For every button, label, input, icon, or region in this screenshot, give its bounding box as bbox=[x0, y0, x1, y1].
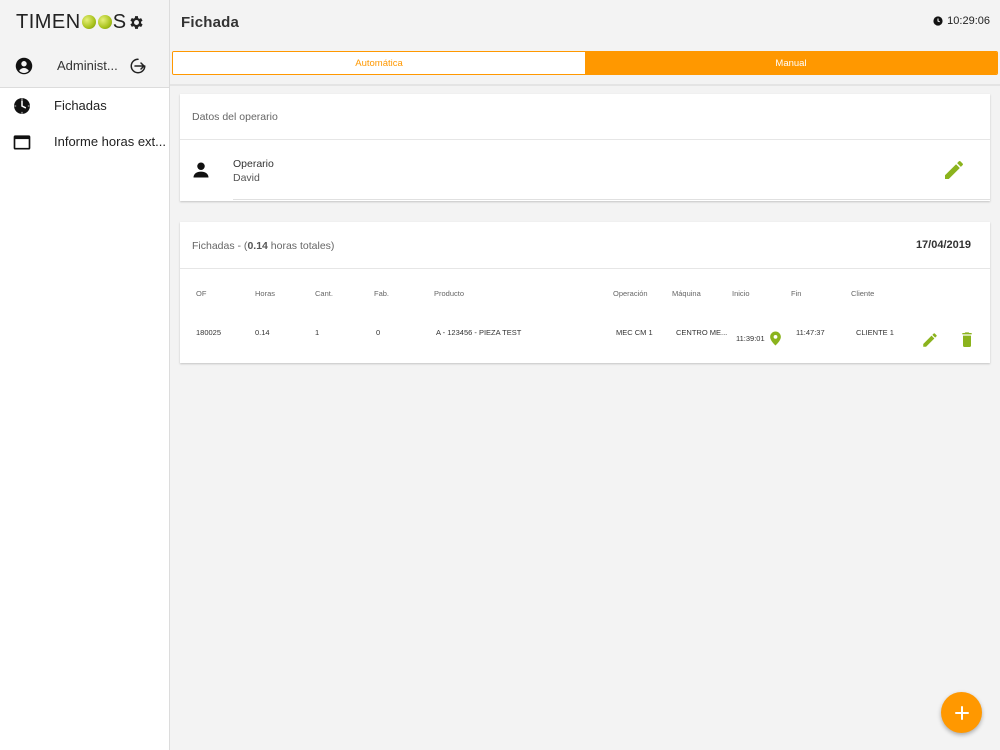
fichadas-date: 17/04/2019 bbox=[915, 239, 971, 251]
logout-icon[interactable] bbox=[129, 57, 147, 75]
location-pin-icon[interactable] bbox=[769, 331, 782, 346]
fichadas-card: Fichadas - (0.14 horas totales) 17/04/20… bbox=[180, 222, 990, 363]
cell-fab: 0 bbox=[376, 328, 381, 337]
app-logo: TIMEN S bbox=[16, 10, 127, 33]
gear-icon[interactable] bbox=[128, 14, 145, 31]
sidebar-item-fichadas[interactable]: Fichadas bbox=[0, 88, 169, 124]
card-title: Fichadas - (0.14 horas totales) bbox=[192, 240, 335, 252]
current-time: 10:29:06 bbox=[947, 15, 990, 27]
delete-row-icon[interactable] bbox=[959, 330, 975, 348]
column-header-inicio: Inicio bbox=[732, 289, 750, 298]
sidebar-item-informe-horas[interactable]: Informe horas ext... bbox=[0, 124, 169, 160]
sidebar-item-label: Informe horas ext... bbox=[54, 134, 166, 149]
person-icon bbox=[193, 162, 209, 178]
cell-horas: 0.14 bbox=[255, 328, 270, 337]
cell-fin: 11:47:37 bbox=[796, 328, 825, 337]
cell-inicio: 11:39:01 bbox=[736, 334, 765, 343]
plus-icon bbox=[954, 705, 969, 720]
column-header-operacion: Operación bbox=[613, 289, 648, 298]
column-header-cant: Cant. bbox=[315, 289, 333, 298]
operator-name: David bbox=[233, 172, 260, 184]
top-header: Fichada 10:29:06 bbox=[170, 0, 1000, 44]
cell-maquina: CENTRO ME... bbox=[676, 328, 728, 337]
user-bar: Administ... bbox=[0, 44, 169, 88]
tab-manual[interactable]: Manual bbox=[585, 52, 997, 74]
column-header-maquina: Máquina bbox=[672, 289, 701, 298]
card-header: Datos del operario bbox=[180, 94, 990, 140]
column-header-horas: Horas bbox=[255, 289, 276, 298]
column-header-cliente: Cliente bbox=[851, 289, 875, 298]
clock-icon bbox=[14, 98, 30, 114]
cell-of: 180025 bbox=[196, 328, 222, 337]
sidebar: TIMEN S Administ... Fichadas Informe hor… bbox=[0, 0, 170, 750]
card-title: Datos del operario bbox=[192, 111, 278, 123]
column-header-fab: Fab. bbox=[374, 289, 390, 298]
clock-display: 10:29:06 bbox=[933, 15, 990, 27]
sidebar-item-label: Fichadas bbox=[54, 98, 107, 113]
column-header-fin: Fin bbox=[791, 289, 802, 298]
clock-icon bbox=[933, 16, 943, 26]
window-icon bbox=[13, 135, 31, 150]
cell-operacion: MEC CM 1 bbox=[616, 328, 653, 337]
cell-cant: 1 bbox=[315, 328, 320, 337]
total-hours: 0.14 bbox=[247, 240, 268, 252]
mode-tabs: Automática Manual bbox=[172, 51, 998, 75]
edit-row-icon[interactable] bbox=[921, 331, 939, 349]
operator-label: Operario bbox=[233, 158, 274, 170]
cell-cliente: CLIENTE 1 bbox=[856, 328, 894, 337]
operator-card: Datos del operario Operario David bbox=[180, 94, 990, 201]
logo-bar: TIMEN S bbox=[0, 0, 169, 44]
divider bbox=[170, 84, 1000, 86]
divider bbox=[233, 199, 990, 200]
card-header: Fichadas - (0.14 horas totales) 17/04/20… bbox=[180, 222, 990, 269]
tab-automatica[interactable]: Automática bbox=[173, 52, 585, 74]
user-name: Administ... bbox=[57, 58, 118, 73]
cell-producto: A - 123456 - PIEZA TEST bbox=[436, 328, 522, 337]
add-fichada-button[interactable] bbox=[941, 692, 982, 733]
account-circle-icon bbox=[15, 57, 33, 75]
page-title: Fichada bbox=[181, 14, 240, 31]
column-header-of: OF bbox=[196, 289, 207, 298]
column-header-producto: Producto bbox=[434, 289, 465, 298]
edit-operator-icon[interactable] bbox=[942, 158, 966, 182]
